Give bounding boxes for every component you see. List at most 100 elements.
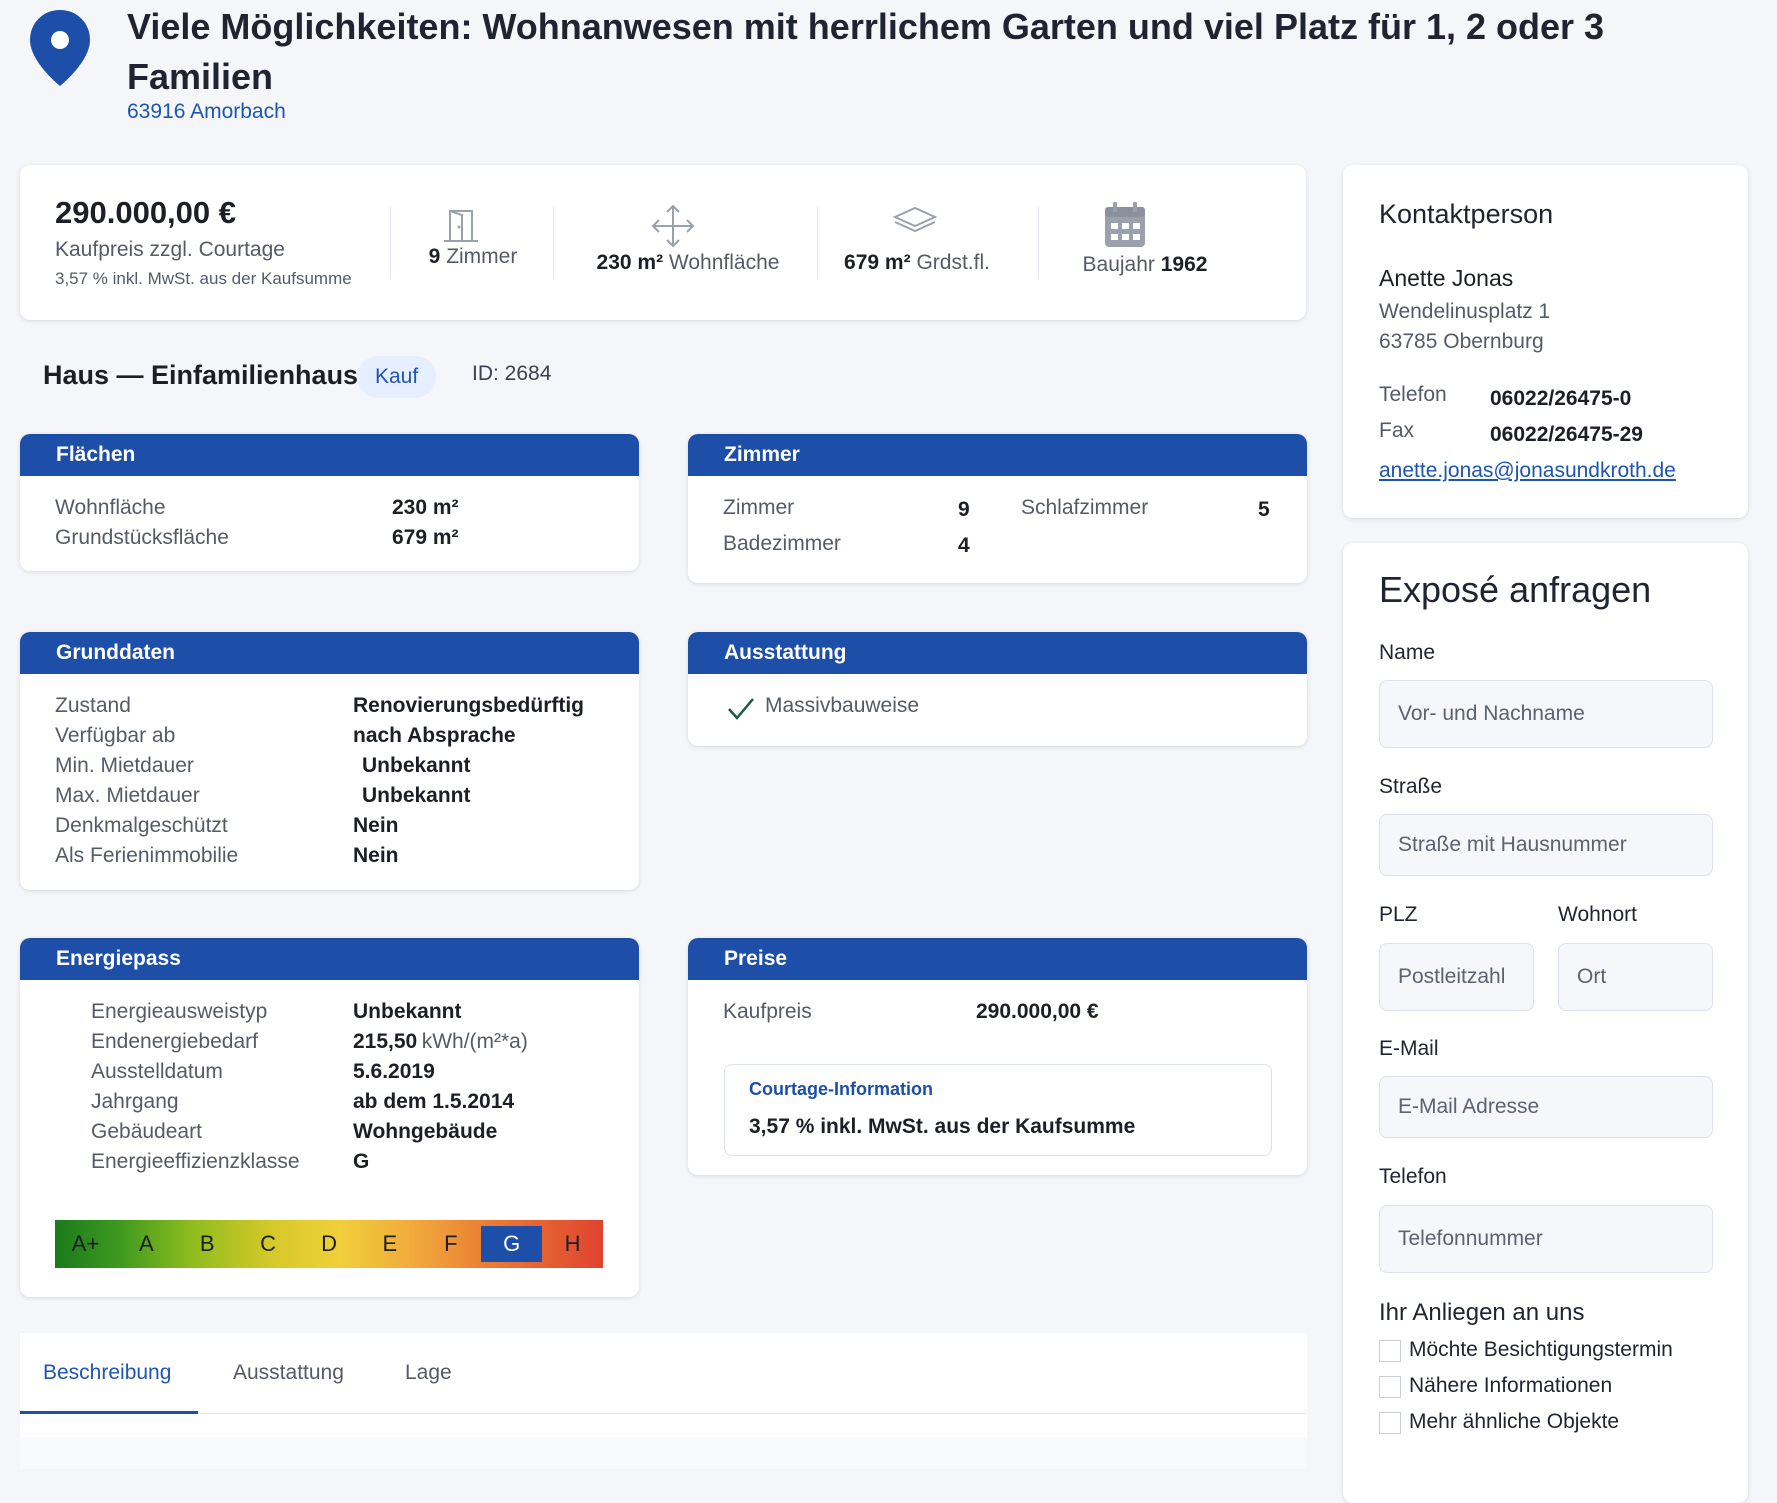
form-header: Exposé anfragen [1379, 569, 1652, 610]
energy-class-scale: A+ A B C D E F G H [55, 1220, 603, 1268]
tab-beschreibung[interactable]: Beschreibung [43, 1361, 171, 1385]
door-icon [442, 207, 480, 248]
energy-demand-label: Endenergiebedarf [91, 1030, 258, 1053]
issue-date-value: 5.6.2019 [353, 1060, 435, 1083]
expose-request-form: Exposé anfragen Name Vor- und Nachname S… [1343, 543, 1748, 1503]
concern-label: Ihr Anliegen an uns [1379, 1299, 1585, 1326]
contact-street: Wendelinusplatz 1 [1379, 300, 1551, 323]
section-header: Energiepass [20, 938, 639, 980]
similar-checkbox[interactable] [1379, 1412, 1401, 1434]
purchase-price-value: 290.000,00 € [976, 1000, 1099, 1023]
zimmer-section: Zimmer Zimmer 9 Schlafzimmer 5 Badezimme… [688, 434, 1307, 583]
location-pin-icon [28, 8, 92, 88]
bedrooms-label: Schlafzimmer [1021, 496, 1149, 519]
energy-class-h: H [564, 1231, 581, 1256]
energy-demand-value: 215,50 kWh/(m²*a) [353, 1030, 528, 1053]
name-input[interactable]: Vor- und Nachname [1379, 680, 1713, 748]
plot-area-label: Grundstücksfläche [55, 526, 229, 549]
min-rent-value: Unbekannt [362, 754, 471, 777]
tab-ausstattung[interactable]: Ausstattung [233, 1361, 344, 1385]
price-note: 3,57 % inkl. MwSt. aus der Kaufsumme [55, 269, 352, 288]
active-tab-indicator [20, 1411, 198, 1414]
energy-class-d: D [321, 1231, 337, 1256]
courtage-title: Courtage-Information [749, 1079, 933, 1099]
phone-number[interactable]: 06022/26475-0 [1490, 387, 1631, 411]
page-title: Viele Möglichkeiten: Wohnanwesen mit her… [127, 6, 1605, 97]
contact-card: Kontaktperson Anette Jonas Wendelinuspla… [1343, 165, 1748, 518]
rooms-label: Zimmer [723, 496, 795, 519]
property-id: ID: 2684 [472, 362, 552, 385]
phone-input[interactable]: Telefonnummer [1379, 1205, 1713, 1273]
email-label: E-Mail [1379, 1037, 1439, 1060]
fax-label: Fax [1379, 419, 1415, 442]
section-header: Ausstattung [688, 632, 1307, 674]
feature-item: Massivbauweise [765, 694, 920, 717]
energy-class-a: A [138, 1231, 154, 1256]
contact-city: 63785 Obernburg [1379, 330, 1544, 353]
divider [1038, 207, 1039, 279]
offer-type-badge: Kauf [357, 356, 437, 398]
tab-lage[interactable]: Lage [405, 1361, 452, 1385]
ausstattung-section: Ausstattung Massivbauweise [688, 632, 1307, 746]
phone-input-label: Telefon [1379, 1165, 1447, 1188]
energy-class-c: C [260, 1231, 277, 1256]
divider [390, 207, 391, 279]
rooms-value: 9 [958, 498, 970, 521]
name-label: Name [1379, 641, 1436, 664]
fax-number: 06022/26475-29 [1490, 423, 1643, 446]
energy-class-g: G [481, 1226, 543, 1262]
vintage-value: ab dem 1.5.2014 [353, 1090, 515, 1113]
vintage-label: Jahrgang [91, 1090, 179, 1113]
move-arrows-icon [650, 203, 696, 254]
courtage-text: 3,57 % inkl. MwSt. aus der Kaufsumme [749, 1115, 1136, 1138]
contact-email-link[interactable]: anette.jonas@jonasundkroth.de [1379, 459, 1676, 483]
holiday-label: Als Ferienimmobilie [55, 844, 239, 867]
living-area-label: Wohnfläche [55, 496, 166, 519]
street-input[interactable]: Straße mit Hausnummer [1379, 814, 1713, 876]
living-area-value: 230 m² [392, 496, 459, 519]
street-label: Straße [1379, 775, 1443, 798]
energy-class-a-plus: A+ [71, 1231, 100, 1256]
rooms-fact: 9 Zimmer [428, 245, 518, 268]
cert-type-value: Unbekannt [353, 1000, 462, 1023]
cert-type-label: Energieausweistyp [91, 1000, 268, 1023]
content-tabs: Beschreibung Ausstattung Lage [20, 1333, 1307, 1469]
energy-class-f: F [444, 1231, 458, 1256]
visit-option-label: Möchte Besichtigungstermin [1409, 1338, 1673, 1361]
phone-label: Telefon [1379, 383, 1447, 406]
location-link[interactable]: 63916 Amorbach [127, 100, 286, 124]
plz-label: PLZ [1379, 903, 1418, 926]
email-input[interactable]: E-Mail Adresse [1379, 1076, 1713, 1138]
property-type: Haus — Einfamilienhaus [43, 360, 359, 390]
bedrooms-value: 5 [1258, 498, 1270, 521]
bathrooms-value: 4 [958, 534, 970, 557]
preise-section: Preise Kaufpreis 290.000,00 € Courtage-I… [688, 938, 1307, 1175]
city-input[interactable]: Ort [1558, 943, 1713, 1011]
section-header: Flächen [20, 434, 639, 476]
info-checkbox[interactable] [1379, 1376, 1401, 1398]
info-option-label: Nähere Informationen [1409, 1374, 1613, 1397]
energy-class-e: E [382, 1231, 398, 1256]
plz-input[interactable]: Postleitzahl [1379, 943, 1534, 1011]
price-label: Kaufpreis zzgl. Courtage [55, 238, 285, 261]
purchase-price-label: Kaufpreis [723, 1000, 812, 1023]
max-rent-label: Max. Mietdauer [55, 784, 200, 807]
bathrooms-label: Badezimmer [723, 532, 841, 555]
contact-header: Kontaktperson [1379, 199, 1554, 229]
available-value: nach Absprache [353, 724, 516, 747]
tab-content-area [20, 1437, 1307, 1469]
divider [553, 207, 554, 279]
visit-checkbox[interactable] [1379, 1340, 1401, 1362]
efficiency-class-value: G [353, 1150, 370, 1173]
city-label: Wohnort [1558, 903, 1637, 926]
living-area-fact: 230 m² Wohnfläche [596, 251, 780, 274]
holiday-value: Nein [353, 844, 399, 867]
divider [817, 207, 818, 279]
building-type-label: Gebäudeart [91, 1120, 202, 1143]
efficiency-class-label: Energieeffizienzklasse [91, 1150, 300, 1173]
check-icon [726, 696, 756, 727]
similar-option-label: Mehr ähnliche Objekte [1409, 1410, 1620, 1433]
monument-value: Nein [353, 814, 399, 837]
calendar-icon [1103, 201, 1147, 254]
condition-label: Zustand [55, 694, 131, 717]
